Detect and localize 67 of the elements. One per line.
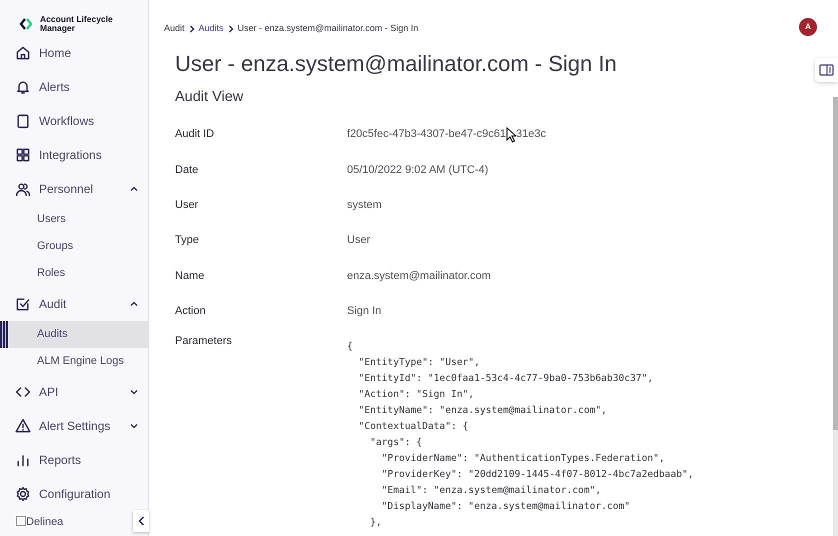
nav-item[interactable]: Home [0,36,148,70]
gear-icon [15,486,31,502]
code-line: "ContextualData": { [358,420,470,434]
nav-item[interactable]: Integrations [0,138,148,172]
panel-icon [819,64,834,76]
logo-icon [18,16,34,32]
field-label: Parameters [175,334,233,349]
avatar[interactable]: A [799,18,817,36]
nav-item[interactable]: Alert Settings [0,409,148,443]
code-line: "EntityId": "1ec0faa1-53c4-4c77-9ba0-753b6ab30c37", [358,372,654,386]
code-line: "ProviderName": "AuthenticationTypes.Federation", [380,452,666,466]
grid-icon [15,147,31,163]
code-line: "EntityType": "User", [358,356,481,370]
warning-icon [15,418,31,434]
nav-item[interactable]: Workflows [0,104,148,138]
field-value: 31e3c [516,127,546,142]
field-label: Audit ID [175,127,216,142]
checkbox-icon [15,296,31,312]
code-line: "DisplayName": "enza.system@mailinator.com" [380,500,632,514]
nav-subitem[interactable]: ALM Engine Logs [0,348,148,375]
logo-text: Delinea [26,514,64,530]
nav-item[interactable]: Configuration [0,477,148,511]
code-line: "args": { [369,436,424,450]
bell-icon [15,79,31,95]
breadcrumb-link[interactable]: Audits [198,22,224,36]
nav-subitem[interactable]: Groups [0,233,148,260]
nav-subitem[interactable]: Users [0,206,148,233]
code-line: { [347,340,354,354]
code-line: }, [369,516,383,530]
field-label: Type [175,233,200,248]
chevron-right-icon [188,24,195,32]
breadcrumb-text: User - enza.system@mailinator.com - Sign In [238,22,418,35]
nav-item[interactable]: Audit [0,287,148,321]
home-icon [15,45,31,61]
nav-item[interactable]: Alerts [0,70,148,104]
field-label: Name [175,268,206,284]
section-heading: Audit View [175,88,244,106]
page-title: User - enza.system@mailinator.com - Sign In [175,50,617,78]
panel-toggle-button[interactable] [815,58,838,82]
field-label: User [175,198,200,213]
field-label: Action [175,304,207,319]
broken-image-icon [16,516,26,526]
app-name: Account Lifecycle Manager [40,14,114,32]
pointer-icon [506,126,516,143]
clipboard-icon [15,113,31,129]
chevron-right-icon [228,24,234,32]
code-line: "Email": "enza.system@mailinator.com", [380,484,602,498]
nav-item[interactable]: Reports [0,443,148,477]
field-value: f20c5fec-47b3-4307-be47-c9c61 [347,127,506,142]
collapse-button[interactable] [133,510,149,532]
people-icon [15,181,31,197]
code-line: "EntityName": "enza.system@mailinator.com", [358,404,608,418]
field-value: enza.system@mailinator.com [347,268,491,284]
code-line: "ProviderKey": "20dd2109-1445-4f07-8012-4bc7a2edbaab", [380,468,694,482]
nav-subitem[interactable]: Roles [0,260,148,287]
field-value: system [347,198,382,213]
field-label: Date [175,162,200,178]
chevron-left-icon [138,516,144,526]
field-value: 05/10/2022 9:02 AM (UTC-4) [347,162,488,178]
nav-item[interactable]: API [0,375,148,409]
nav-subitem[interactable]: Audits [0,321,148,348]
field-value: User [347,233,370,248]
field-value: Sign In [347,304,382,319]
breadcrumb-text: Audit [164,22,185,35]
scrollbar-thumb[interactable] [833,97,838,430]
nav-item[interactable]: Personnel [0,172,148,206]
code-line: "Action": "Sign In", [358,388,476,402]
